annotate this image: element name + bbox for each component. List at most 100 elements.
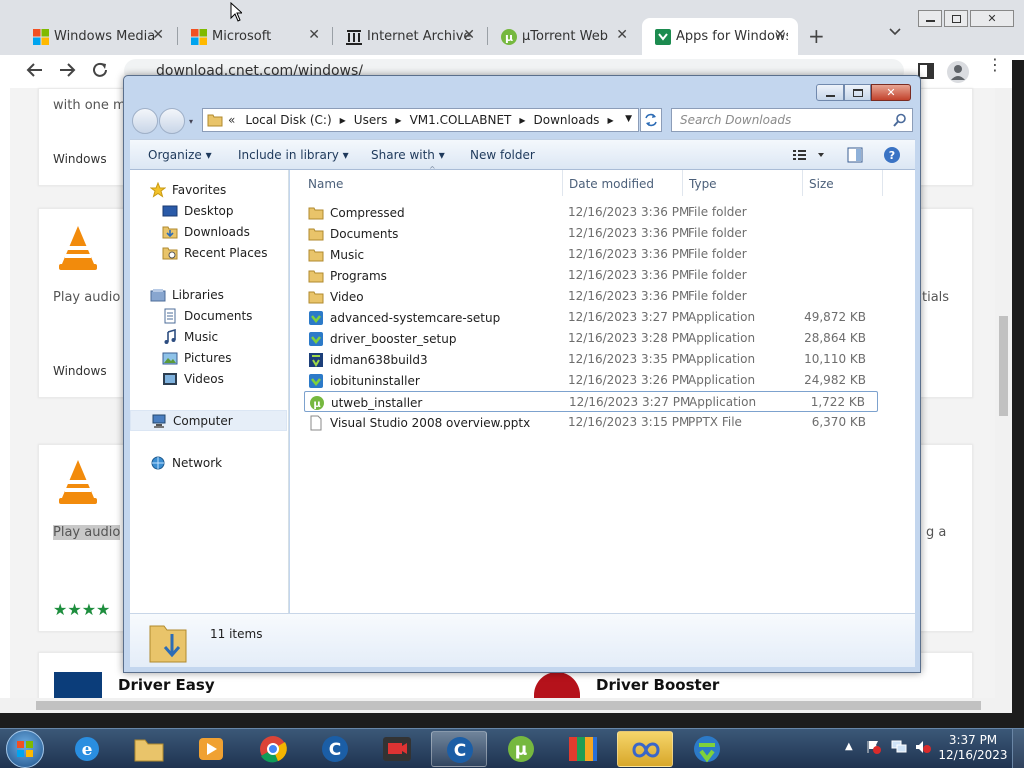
share-with-button[interactable]: Share with ▾ — [371, 148, 445, 162]
forward-icon[interactable] — [58, 61, 76, 79]
nav-libraries[interactable]: Libraries — [130, 284, 287, 305]
close-button[interactable]: ✕ — [871, 84, 911, 101]
close-tab-icon[interactable]: ✕ — [308, 27, 320, 43]
scrollbar-thumb[interactable] — [999, 316, 1008, 416]
media-player-icon[interactable] — [183, 731, 239, 767]
minimize-button[interactable] — [816, 84, 844, 101]
tab-windows-media[interactable]: Windows Media ✕ — [20, 18, 176, 55]
file-row[interactable]: µ utweb_installer 12/16/2023 3:27 PM Applic… — [304, 391, 878, 412]
tab-internet-archive[interactable]: Internet Archive ✕ — [333, 18, 487, 55]
file-row[interactable]: driver_booster_setup 12/16/2023 3:28 PM Ap… — [304, 328, 878, 349]
nav-recent-places[interactable]: Recent Places — [130, 242, 287, 263]
preview-pane-icon[interactable] — [847, 147, 863, 163]
ccleaner-active-icon[interactable]: C — [431, 731, 487, 767]
action-center-icon[interactable] — [866, 739, 882, 755]
recent-pages-icon[interactable]: ▾ — [189, 117, 193, 126]
folder-icon — [207, 112, 223, 128]
file-row[interactable]: Documents 12/16/2023 3:36 PM File folder — [304, 223, 878, 244]
file-row[interactable]: Compressed 12/16/2023 3:36 PM File folder — [304, 202, 878, 223]
back-icon[interactable] — [26, 61, 44, 79]
screen-recorder-icon[interactable] — [369, 731, 425, 767]
help-icon[interactable]: ? — [883, 146, 901, 164]
ccleaner-icon[interactable]: C — [307, 731, 363, 767]
file-explorer-icon[interactable] — [121, 731, 177, 767]
breadcrumb-user-folder[interactable]: VM1.COLLABNET — [410, 113, 512, 127]
file-row[interactable]: Video 12/16/2023 3:36 PM File folder — [304, 286, 878, 307]
app-title[interactable]: Driver Easy — [118, 676, 215, 694]
show-hidden-icons[interactable]: ▲ — [845, 741, 853, 752]
volume-muted-icon[interactable] — [914, 739, 932, 755]
include-in-library-button[interactable]: Include in library ▾ — [238, 148, 349, 162]
explorer-address-bar[interactable]: « Local Disk (C:) ▶ Users ▶ VM1.COLLABNE… — [202, 108, 639, 132]
column-type[interactable]: Type — [689, 177, 717, 191]
close-tab-icon[interactable]: ✕ — [152, 27, 164, 43]
nav-music[interactable]: Music — [130, 326, 287, 347]
breadcrumb-users[interactable]: Users — [354, 113, 388, 127]
tab-microsoft[interactable]: Microsoft ✕ — [178, 18, 332, 55]
address-dropdown-icon[interactable]: ▼ — [625, 114, 632, 124]
maximize-button[interactable] — [844, 84, 871, 101]
network-status-icon[interactable] — [890, 739, 908, 755]
nav-pictures[interactable]: Pictures — [130, 347, 287, 368]
file-row[interactable]: iobituninstaller 12/16/2023 3:26 PM Applic… — [304, 370, 878, 391]
close-button[interactable]: ✕ — [970, 10, 1014, 27]
vertical-scrollbar[interactable] — [995, 88, 1012, 698]
back-button[interactable] — [132, 108, 158, 134]
organize-button[interactable]: Organize ▾ — [148, 148, 212, 162]
infinity-app-icon[interactable] — [617, 731, 673, 767]
view-options-icon[interactable] — [792, 148, 826, 162]
internet-explorer-icon[interactable]: e — [59, 731, 115, 767]
file-row[interactable]: advanced-systemcare-setup 12/16/2023 3:27… — [304, 307, 878, 328]
file-row[interactable]: Music 12/16/2023 3:36 PM File folder — [304, 244, 878, 265]
file-row[interactable]: Programs 12/16/2023 3:36 PM File folder — [304, 265, 878, 286]
column-date-modified[interactable]: Date modified — [569, 177, 654, 191]
start-button[interactable] — [6, 730, 44, 768]
minimize-button[interactable] — [918, 10, 942, 27]
nav-downloads[interactable]: Downloads — [130, 221, 287, 242]
new-tab-button[interactable]: + — [808, 24, 825, 48]
clock[interactable]: 3:37 PM 12/16/2023 — [938, 733, 1008, 763]
breadcrumb-arrow-icon[interactable]: ▶ — [519, 116, 525, 125]
sidebar-icon[interactable] — [918, 63, 934, 79]
scrollbar-thumb[interactable] — [36, 701, 981, 710]
overflow-chevron-icon[interactable]: « — [228, 113, 235, 127]
breadcrumb-local-disk[interactable]: Local Disk (C:) — [245, 113, 331, 127]
utorrent-taskbar-icon[interactable]: µ — [493, 731, 549, 767]
search-icon[interactable] — [893, 113, 907, 127]
nav-videos[interactable]: Videos — [130, 368, 287, 389]
forward-button[interactable] — [159, 108, 185, 134]
breadcrumb-downloads[interactable]: Downloads — [534, 113, 600, 127]
tab-label: Windows Media — [54, 29, 156, 44]
nav-computer[interactable]: Computer — [130, 410, 287, 431]
close-tab-icon[interactable]: ✕ — [616, 27, 628, 43]
file-row[interactable]: idman638build3 12/16/2023 3:35 PM Applicat… — [304, 349, 878, 370]
show-desktop-button[interactable] — [1012, 729, 1024, 768]
restore-button[interactable] — [944, 10, 968, 27]
nav-desktop[interactable]: Desktop — [130, 200, 287, 221]
column-name[interactable]: Name — [308, 177, 343, 191]
profile-avatar[interactable] — [947, 61, 969, 83]
tab-search-icon[interactable] — [888, 27, 902, 37]
reload-icon[interactable] — [91, 61, 109, 79]
horizontal-scrollbar[interactable] — [0, 698, 1012, 713]
search-box[interactable]: Search Downloads — [671, 108, 913, 132]
download-manager-icon[interactable] — [679, 731, 735, 767]
file-row[interactable]: Visual Studio 2008 overview.pptx 12/16/20… — [304, 412, 878, 433]
breadcrumb-arrow-icon[interactable]: ▶ — [340, 116, 346, 125]
nav-network[interactable]: Network — [130, 452, 287, 473]
nav-favorites[interactable]: Favorites — [130, 179, 287, 200]
menu-icon[interactable]: ⋮ — [987, 57, 1003, 73]
breadcrumb-arrow-icon[interactable]: ▶ — [395, 116, 401, 125]
chrome-icon[interactable] — [245, 731, 301, 767]
nav-documents[interactable]: Documents — [130, 305, 287, 326]
column-size[interactable]: Size — [809, 177, 834, 191]
close-tab-icon[interactable]: ✕ — [774, 27, 786, 43]
tab-utorrent-web[interactable]: µ µTorrent Web ✕ — [488, 18, 640, 55]
avg-icon[interactable] — [555, 731, 611, 767]
new-folder-button[interactable]: New folder — [470, 148, 535, 162]
app-title[interactable]: Driver Booster — [596, 676, 719, 694]
close-tab-icon[interactable]: ✕ — [463, 27, 475, 43]
tab-apps-for-windows[interactable]: Apps for Windows ✕ — [642, 18, 798, 55]
breadcrumb-arrow-icon[interactable]: ▶ — [607, 116, 613, 125]
refresh-button[interactable] — [640, 108, 662, 132]
